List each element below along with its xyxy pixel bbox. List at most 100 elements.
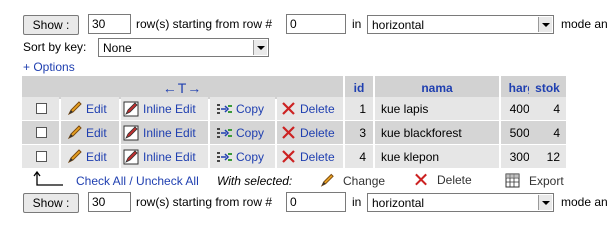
edit-link[interactable]: Edit: [61, 145, 119, 168]
show-button-top[interactable]: Show :: [23, 15, 79, 35]
inline-edit-link[interactable]: Inline Edit: [121, 97, 208, 120]
rows-count-input-bottom[interactable]: 30: [88, 192, 131, 212]
pencil-icon: [67, 125, 82, 140]
inline-edit-link[interactable]: Inline Edit: [121, 121, 208, 144]
inline-edit-cell: Inline Edit: [121, 97, 208, 120]
cell-value: 4: [359, 149, 366, 164]
inline-edit-cell: Inline Edit: [121, 121, 208, 144]
cell-value: 4: [553, 101, 560, 116]
cell-nama: kue blackforest: [375, 121, 499, 144]
delete-cell: Delete: [277, 97, 343, 120]
rows-count-input-top[interactable]: 30: [88, 14, 131, 34]
mode-select-value: horizontal: [372, 196, 425, 210]
pencil-icon: [67, 149, 82, 164]
change-selected-button[interactable]: Change: [320, 173, 385, 188]
edit-cell: Edit: [61, 145, 119, 168]
pencil-icon: [67, 101, 82, 116]
row-checkbox[interactable]: [36, 127, 47, 138]
bulk-select-links: Check All / Uncheck All: [76, 174, 199, 188]
delete-cell: Delete: [277, 145, 343, 168]
rows-label-top: row(s) starting from row #: [136, 17, 273, 31]
start-row-input-top[interactable]: 0: [286, 14, 346, 34]
column-header-id[interactable]: id: [345, 76, 373, 99]
delete-label: Delete: [437, 173, 472, 187]
delete-link[interactable]: Delete: [277, 145, 343, 168]
mode-select-value: horizontal: [372, 18, 425, 32]
with-selected-label: With selected:: [217, 174, 293, 188]
delete-label: Delete: [300, 125, 335, 140]
column-header-label: nama: [421, 80, 453, 95]
cell-stok: 12: [529, 145, 566, 168]
column-arrows-icon[interactable]: ←T→: [22, 76, 343, 99]
in-label-top: in: [352, 17, 362, 31]
column-header-label: stok: [535, 80, 560, 95]
table-row: Edit Inline Edit Copy Delete 4 kue klepo…: [22, 145, 566, 168]
options-link[interactable]: + Options: [23, 60, 75, 74]
inline-edit-icon: [123, 125, 139, 140]
copy-cell: Copy: [210, 121, 275, 144]
inline-edit-cell: Inline Edit: [121, 145, 208, 168]
cell-value: 4: [553, 125, 560, 140]
delete-icon: [282, 101, 295, 115]
inline-edit-link[interactable]: Inline Edit: [121, 145, 208, 168]
arrows-header-cell: ←T→: [22, 76, 343, 99]
row-checkbox-cell: [22, 145, 59, 168]
cell-value: 1: [359, 101, 366, 116]
mode-label-top: mode an: [561, 17, 608, 31]
inline-edit-label: Inline Edit: [143, 101, 196, 116]
export-selected-button[interactable]: Export: [505, 173, 564, 188]
copy-link[interactable]: Copy: [210, 145, 275, 168]
change-label: Change: [343, 173, 386, 188]
cell-stok: 4: [529, 97, 566, 120]
row-checkbox[interactable]: [36, 103, 47, 114]
cell-id: 3: [345, 121, 373, 144]
delete-link[interactable]: Delete: [277, 97, 343, 120]
chevron-down-icon: [538, 17, 552, 32]
inline-edit-icon: [123, 149, 139, 164]
cell-id: 1: [345, 97, 373, 120]
mode-select-bottom[interactable]: horizontal: [367, 193, 554, 212]
chevron-down-icon: [253, 40, 267, 55]
check-all-link[interactable]: Check All: [76, 174, 126, 188]
inline-edit-label: Inline Edit: [143, 149, 196, 164]
row-checkbox-cell: [22, 97, 59, 120]
copy-cell: Copy: [210, 97, 275, 120]
column-header-stok[interactable]: stok: [529, 76, 566, 99]
cell-nama: kue klepon: [375, 145, 499, 168]
sort-by-key-select[interactable]: None: [98, 38, 269, 57]
edit-cell: Edit: [61, 121, 119, 144]
delete-label: Delete: [300, 101, 335, 116]
edit-link[interactable]: Edit: [61, 121, 119, 144]
table-header-row: ←T→ id nama harga stok: [22, 76, 566, 99]
copy-link[interactable]: Copy: [210, 97, 275, 120]
cell-stok: 4: [529, 121, 566, 144]
mode-select-top[interactable]: horizontal: [367, 15, 554, 34]
copy-label: Copy: [236, 149, 265, 164]
cell-id: 4: [345, 145, 373, 168]
copy-link[interactable]: Copy: [210, 121, 275, 144]
delete-cell: Delete: [277, 121, 343, 144]
edit-link[interactable]: Edit: [61, 97, 119, 120]
delete-icon: [282, 125, 295, 139]
export-label: Export: [529, 173, 564, 188]
column-header-label: id: [353, 80, 365, 95]
uncheck-all-link[interactable]: Uncheck All: [136, 174, 199, 188]
row-checkbox-cell: [22, 121, 59, 144]
show-button-bottom[interactable]: Show :: [23, 193, 79, 213]
inline-edit-icon: [123, 101, 139, 116]
column-header-nama[interactable]: nama: [375, 76, 499, 99]
cell-value: 12: [546, 149, 560, 164]
cell-value: 3: [359, 125, 366, 140]
chevron-down-icon: [538, 195, 552, 210]
copy-icon: [217, 151, 232, 162]
delete-link[interactable]: Delete: [277, 121, 343, 144]
start-row-input-bottom[interactable]: 0: [286, 192, 346, 212]
rows-label-bottom: row(s) starting from row #: [136, 195, 273, 209]
sort-by-key-label: Sort by key:: [23, 40, 87, 54]
cell-nama: kue lapis: [375, 97, 499, 120]
delete-selected-button[interactable]: Delete: [414, 173, 472, 187]
edit-label: Edit: [86, 149, 107, 164]
arrow-left-up-icon: [33, 171, 63, 186]
row-checkbox[interactable]: [36, 151, 47, 162]
delete-label: Delete: [300, 149, 335, 164]
